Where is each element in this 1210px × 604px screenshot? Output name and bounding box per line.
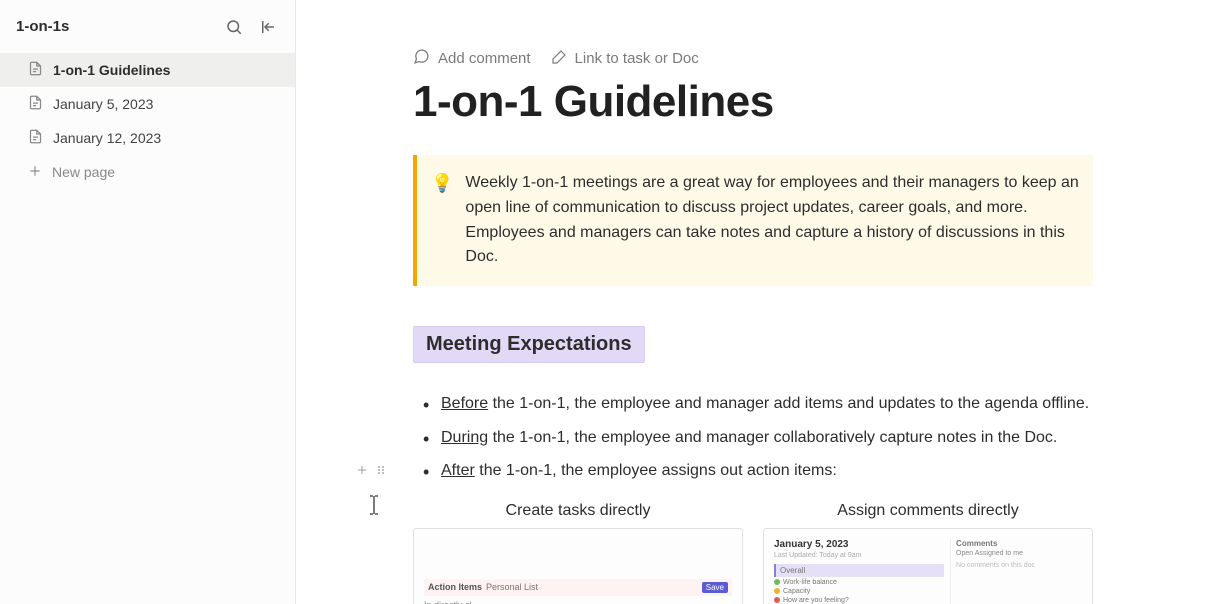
column-title: Assign comments directly bbox=[763, 502, 1093, 520]
page-icon bbox=[28, 61, 43, 79]
preview-comments[interactable]: January 5, 2023 Last Updated: Today at 9… bbox=[763, 528, 1093, 604]
dot-icon bbox=[774, 588, 780, 594]
line-controls bbox=[355, 460, 387, 486]
page-icon bbox=[28, 95, 43, 113]
preview-doc-side: January 5, 2023 Last Updated: Today at 9… bbox=[774, 539, 944, 604]
bullet-lead: After bbox=[441, 462, 475, 479]
page-icon bbox=[28, 129, 43, 147]
dot-icon bbox=[774, 579, 780, 585]
sidebar-header: 1-on-1s bbox=[0, 0, 295, 53]
sidebar-item-label: 1-on-1 Guidelines bbox=[53, 62, 170, 78]
column-right: Assign comments directly January 5, 2023… bbox=[763, 502, 1093, 604]
preview-tabs: Open Assigned to me bbox=[956, 550, 1082, 557]
bullet-list: Before the 1-on-1, the employee and mana… bbox=[413, 391, 1093, 484]
callout-text: Weekly 1-on-1 meetings are a great way f… bbox=[465, 171, 1079, 270]
column-title: Create tasks directly bbox=[413, 502, 743, 520]
doc-main: Add comment Link to task or Doc 1-on-1 G… bbox=[296, 0, 1210, 604]
add-comment-label: Add comment bbox=[438, 50, 531, 67]
bullet-lead: During bbox=[441, 429, 488, 446]
sidebar-item-jan12[interactable]: January 12, 2023 bbox=[0, 121, 295, 155]
preview-row: Capacity bbox=[774, 588, 944, 595]
preview-task-row: Action Items Personal List Save bbox=[424, 579, 732, 596]
preview-tag: Action Items bbox=[428, 582, 482, 592]
search-icon[interactable] bbox=[223, 16, 245, 38]
new-page-label: New page bbox=[52, 164, 115, 180]
lightbulb-icon: 💡 bbox=[431, 171, 453, 270]
drag-handle-icon[interactable] bbox=[375, 460, 387, 486]
sidebar-item-jan5[interactable]: January 5, 2023 bbox=[0, 87, 295, 121]
sidebar-item-label: January 5, 2023 bbox=[53, 96, 153, 112]
plus-icon[interactable] bbox=[355, 460, 369, 486]
bullet-rest: the 1-on-1, the employee and manager add… bbox=[488, 395, 1089, 412]
preview-sub1: In directly cl bbox=[424, 600, 732, 604]
preview-row: Work-life balance bbox=[774, 579, 944, 586]
section-heading-wrap: Meeting Expectations bbox=[413, 326, 1093, 363]
preview-block: Overall bbox=[774, 564, 944, 577]
sidebar: 1-on-1s 1-on-1 Guidelines January 5, 202… bbox=[0, 0, 296, 604]
columns: Create tasks directly Action Items Perso… bbox=[413, 502, 1093, 604]
plus-icon bbox=[28, 164, 42, 181]
preview-comments-heading: Comments bbox=[956, 539, 1082, 548]
preview-placeholder: No comments on this doc bbox=[956, 562, 1082, 569]
collapse-sidebar-icon[interactable] bbox=[257, 16, 279, 38]
section-heading[interactable]: Meeting Expectations bbox=[413, 326, 645, 363]
dot-icon bbox=[774, 597, 780, 603]
doc-container: Add comment Link to task or Doc 1-on-1 G… bbox=[393, 48, 1113, 604]
preview-row-label: Work-life balance bbox=[783, 579, 837, 586]
bullet-item[interactable]: After the 1-on-1, the employee assigns o… bbox=[413, 458, 1093, 484]
column-left: Create tasks directly Action Items Perso… bbox=[413, 502, 743, 604]
bullet-rest: the 1-on-1, the employee and manager col… bbox=[488, 429, 1057, 446]
link-icon bbox=[551, 49, 567, 69]
callout-block[interactable]: 💡 Weekly 1-on-1 meetings are a great way… bbox=[413, 155, 1093, 286]
link-task-button[interactable]: Link to task or Doc bbox=[551, 48, 699, 69]
sidebar-actions bbox=[223, 16, 279, 38]
preview-row-label: How are you feeling? bbox=[783, 597, 849, 604]
preview-assignee: Personal List bbox=[486, 582, 698, 592]
bullet-rest: the 1-on-1, the employee assigns out act… bbox=[475, 462, 837, 479]
bullet-lead: Before bbox=[441, 395, 488, 412]
preview-tasks[interactable]: Action Items Personal List Save In direc… bbox=[413, 528, 743, 604]
preview-row: How are you feeling? bbox=[774, 597, 944, 604]
preview-date: January 5, 2023 bbox=[774, 539, 944, 550]
doc-title[interactable]: 1-on-1 Guidelines bbox=[413, 77, 1093, 127]
preview-wrap: January 5, 2023 Last Updated: Today at 9… bbox=[774, 539, 1082, 604]
preview-row-label: Capacity bbox=[783, 588, 810, 595]
add-comment-button[interactable]: Add comment bbox=[413, 48, 531, 69]
preview-comments-side: Comments Open Assigned to me No comments… bbox=[950, 539, 1082, 604]
comment-icon bbox=[413, 48, 430, 69]
sidebar-title: 1-on-1s bbox=[16, 18, 69, 35]
new-page-button[interactable]: New page bbox=[0, 155, 295, 189]
bullet-item[interactable]: During the 1-on-1, the employee and mana… bbox=[413, 425, 1093, 451]
sidebar-pages-list: 1-on-1 Guidelines January 5, 2023 Januar… bbox=[0, 53, 295, 155]
sidebar-item-label: January 12, 2023 bbox=[53, 130, 161, 146]
doc-meta-actions: Add comment Link to task or Doc bbox=[413, 48, 1093, 69]
sidebar-item-guidelines[interactable]: 1-on-1 Guidelines bbox=[0, 53, 295, 87]
save-button: Save bbox=[702, 582, 728, 593]
bullet-item[interactable]: Before the 1-on-1, the employee and mana… bbox=[413, 391, 1093, 417]
link-task-label: Link to task or Doc bbox=[575, 50, 699, 67]
preview-meta: Last Updated: Today at 9am bbox=[774, 552, 944, 559]
